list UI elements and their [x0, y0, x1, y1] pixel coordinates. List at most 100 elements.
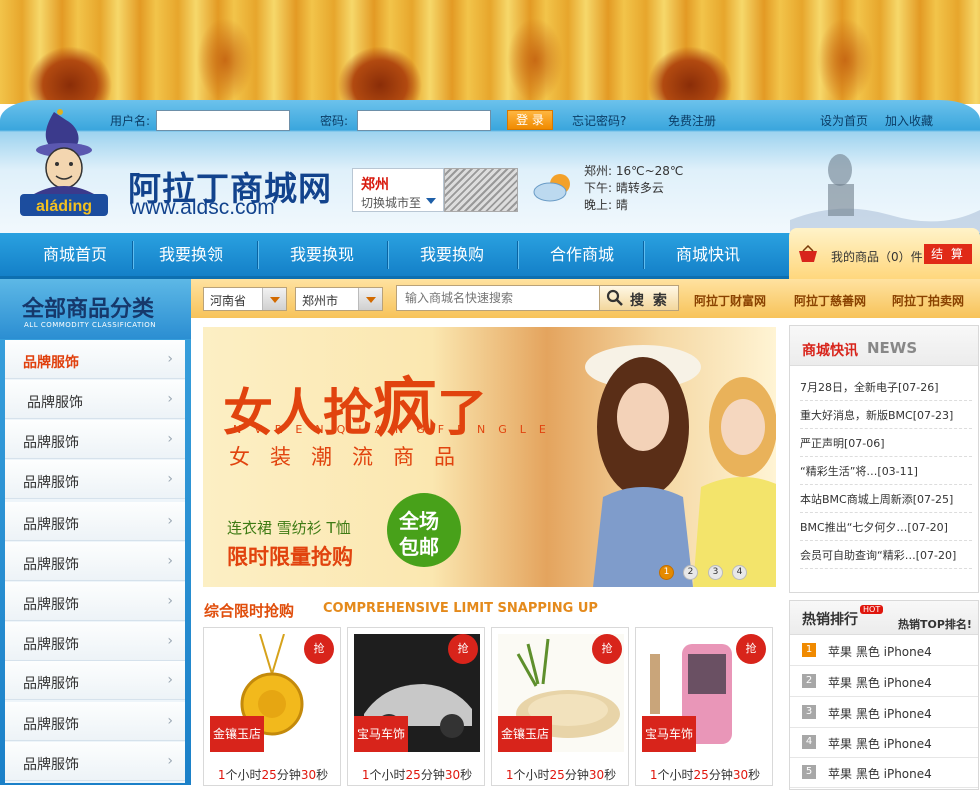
nav-partner-mall[interactable]: 合作商城 — [517, 233, 647, 277]
rank-number: 2 — [802, 674, 816, 688]
product-card[interactable]: 金镶玉店 抢 1个小时25分钟30秒 — [491, 627, 629, 786]
category-item[interactable]: 品牌服饰 › — [5, 742, 185, 781]
switch-city-label: 切换城市至 — [361, 196, 422, 210]
rank-number: 1 — [802, 643, 816, 657]
chevron-right-icon: › — [167, 753, 173, 769]
rank-product: 苹果 黑色 iPhone4 — [828, 645, 932, 659]
free-shipping-badge: 全场 包邮 — [387, 493, 461, 567]
nav-mall-news[interactable]: 商城快讯 — [643, 233, 773, 277]
link-wealth[interactable]: 阿拉丁财富网 — [694, 292, 766, 309]
nav-exchange-cash[interactable]: 我要换现 — [257, 233, 387, 277]
city-value: 郑州市 — [302, 294, 339, 308]
product-card[interactable]: 宝马车饰 抢 1个小时25分钟30秒 — [635, 627, 773, 786]
chevron-down-icon — [358, 288, 382, 310]
search-input[interactable] — [396, 285, 600, 311]
username-input[interactable] — [156, 110, 290, 131]
category-label: 品牌服饰 — [23, 676, 79, 692]
link-charity[interactable]: 阿拉丁慈善网 — [794, 292, 866, 309]
category-label: 品牌服饰 — [23, 557, 79, 573]
model-photo — [585, 345, 701, 587]
banner-items: 连衣裙 雪纺衫 T恤 — [227, 519, 351, 537]
decorative-top-banner — [0, 0, 980, 104]
category-label: 品牌服饰 — [23, 637, 79, 653]
category-label: 品牌服饰 — [27, 395, 83, 411]
search-button-label: 搜 索 — [630, 293, 669, 309]
banner-subline: 女装潮流商品 — [229, 445, 475, 469]
add-favorite-link[interactable]: 加入收藏 — [885, 112, 933, 129]
set-home-link[interactable]: 设为首页 — [820, 112, 868, 129]
news-item[interactable]: 重大好消息，新版BMC[07-23] — [800, 402, 972, 429]
news-item[interactable]: 本站BMC商城上周新添[07-25] — [800, 486, 972, 513]
news-panel: 商城快讯 NEWS 7月28日，全新电子[07-26] 重大好消息，新版BMC[… — [789, 325, 979, 593]
carousel-dot[interactable]: 1 — [659, 565, 674, 580]
countdown: 1个小时25分钟30秒 — [505, 768, 617, 782]
rank-product: 苹果 黑色 iPhone4 — [828, 707, 932, 721]
store-tag: 金镶玉店 — [498, 716, 552, 752]
category-label: 品牌服饰 — [23, 355, 79, 371]
category-label: 品牌服饰 — [23, 517, 79, 533]
aladdin-logo-icon[interactable]: aláding — [14, 108, 114, 218]
checkout-button[interactable]: 结 算 — [924, 244, 972, 264]
category-label: 品牌服饰 — [23, 757, 79, 773]
ranking-row[interactable]: 5 苹果 黑色 iPhone4 — [790, 757, 978, 788]
news-item[interactable]: 7月28日，全新电子[07-26] — [800, 374, 972, 401]
hot-ranking-header: 热销排行 HOT 热销TOP排名! — [790, 601, 978, 635]
hot-ranking-title: 热销排行 — [802, 612, 858, 628]
username-label: 用户名: — [110, 114, 151, 128]
logo-brand: aláding — [36, 198, 92, 215]
category-item[interactable]: 品牌服饰 › — [5, 702, 185, 741]
snap-badge: 抢 — [448, 634, 478, 664]
carousel-dot[interactable]: 3 — [708, 565, 723, 580]
category-item[interactable]: 品牌服饰 › — [5, 582, 185, 621]
nav-home[interactable]: 商城首页 — [10, 233, 140, 277]
news-item[interactable]: BMC推出“七夕何夕…[07-20] — [800, 514, 972, 541]
product-card[interactable]: 宝马车饰 抢 1个小时25分钟30秒 — [347, 627, 485, 786]
news-item[interactable]: “精彩生活”将…[03-11] — [800, 458, 972, 485]
ranking-row[interactable]: 4 苹果 黑色 iPhone4 — [790, 727, 978, 758]
hot-ranking-subtitle: 热销TOP排名! — [898, 618, 972, 631]
rank-number: 5 — [802, 765, 816, 779]
register-link[interactable]: 免费注册 — [668, 112, 716, 129]
category-item[interactable]: 品牌服饰 › — [5, 340, 185, 379]
category-item[interactable]: 品牌服饰 › — [5, 622, 185, 661]
category-item[interactable]: 品牌服饰 › — [5, 460, 185, 499]
login-button[interactable]: 登 录 — [507, 110, 553, 130]
chevron-right-icon: › — [167, 713, 173, 729]
city-selector[interactable]: 郑州 切换城市至 — [352, 168, 444, 212]
category-label: 品牌服饰 — [23, 435, 79, 451]
category-label: 品牌服饰 — [23, 597, 79, 613]
snap-badge: 抢 — [304, 634, 334, 664]
promo-banner[interactable]: 女人抢疯了 NVRENQIANGFENGLE 女装潮流商品 连衣裙 雪纺衫 T恤… — [203, 327, 776, 587]
category-item[interactable]: 品牌服饰 › — [5, 542, 185, 581]
cart-box[interactable]: 我的商品（0）件 结 算 — [789, 228, 980, 279]
category-item[interactable]: 品牌服饰 › — [5, 420, 185, 459]
news-item[interactable]: 严正声明[07-06] — [800, 430, 972, 457]
category-item[interactable]: 品牌服饰 › — [5, 661, 185, 700]
search-button[interactable]: 搜 索 — [599, 285, 679, 311]
sidebar-header: 全部商品分类 ALL COMMODITY CLASSIFICATION — [0, 279, 191, 339]
city-select[interactable]: 郑州市 — [295, 287, 383, 311]
store-tag: 宝马车饰 — [642, 716, 696, 752]
banner-deal: 限时限量抢购 — [227, 545, 353, 569]
category-item[interactable]: 品牌服饰 › — [5, 380, 185, 419]
ranking-row[interactable]: 2 苹果 黑色 iPhone4 — [790, 666, 978, 697]
nav-exchange-buy[interactable]: 我要换购 — [387, 233, 517, 277]
rank-number: 3 — [802, 705, 816, 719]
nav-exchange-claim[interactable]: 我要换领 — [126, 233, 256, 277]
province-select[interactable]: 河南省 — [203, 287, 287, 311]
category-item[interactable]: 品牌服饰 › — [5, 502, 185, 541]
password-input[interactable] — [357, 110, 491, 131]
carousel-dot[interactable]: 4 — [732, 565, 747, 580]
news-title: 商城快讯 — [802, 343, 858, 359]
forgot-password-link[interactable]: 忘记密码? — [572, 112, 626, 129]
snap-badge: 抢 — [592, 634, 622, 664]
model-photo — [693, 377, 776, 587]
carousel-dot[interactable]: 2 — [683, 565, 698, 580]
link-auction[interactable]: 阿拉丁拍卖网 — [892, 292, 964, 309]
category-label: 品牌服饰 — [23, 475, 79, 491]
ranking-row[interactable]: 1 苹果 黑色 iPhone4 — [790, 635, 978, 666]
news-item[interactable]: 会员可自助查询“精彩…[07-20] — [800, 542, 972, 569]
store-tag: 宝马车饰 — [354, 716, 408, 752]
ranking-row[interactable]: 3 苹果 黑色 iPhone4 — [790, 697, 978, 728]
product-card[interactable]: 金镶玉店 抢 1个小时25分钟30秒 — [203, 627, 341, 786]
